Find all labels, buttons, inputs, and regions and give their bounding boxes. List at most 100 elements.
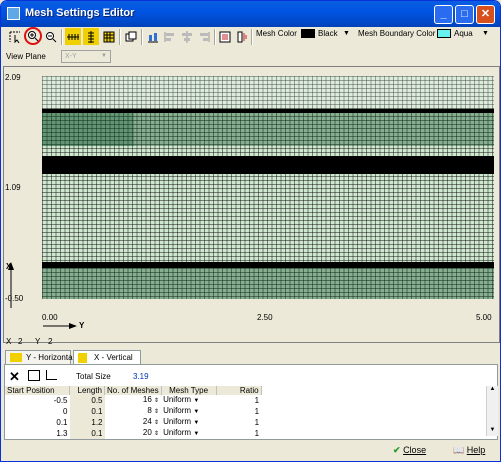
x-coord-value: 2	[18, 337, 23, 346]
horizontal-mesh-icon	[10, 353, 22, 362]
zoom-in-icon[interactable]	[24, 27, 42, 45]
start-position-cell[interactable]: 1.3	[5, 428, 70, 439]
append-rows-icon[interactable]	[46, 370, 57, 380]
tab-label: X - Vertical	[94, 353, 133, 362]
vertical-mesh-icon[interactable]	[83, 28, 99, 45]
mesh-dense-band	[42, 156, 494, 174]
mesh-settings-window: Mesh Settings Editor _ □ ✕ Mesh Color Bl…	[0, 0, 501, 462]
ratio-cell[interactable]: 1	[216, 406, 261, 417]
ratio-cell[interactable]: 1	[216, 417, 261, 428]
start-position-cell[interactable]: 0	[5, 406, 70, 417]
chevron-down-icon[interactable]: ▼	[193, 420, 199, 426]
length-cell[interactable]: 1.2	[69, 417, 105, 428]
chevron-down-icon[interactable]: ▼	[193, 431, 199, 437]
align-bottom-icon[interactable]	[145, 28, 161, 45]
scroll-up-icon[interactable]: ▲	[488, 386, 497, 395]
length-cell[interactable]: 0.1	[69, 428, 105, 439]
col-ratio: Ratio	[216, 386, 262, 395]
mesh-count-cell[interactable]: 16 ⇕	[105, 395, 162, 406]
y-tick-middle: 1.09	[5, 183, 21, 192]
align-left-icon[interactable]	[162, 28, 178, 45]
mesh-type-cell[interactable]: Uniform ▼	[161, 406, 216, 417]
mesh-count-cell[interactable]: 24 ⇕	[105, 417, 162, 428]
ratio-cell[interactable]: 1	[216, 395, 261, 406]
x-tick-right: 5.00	[476, 313, 492, 322]
mesh-color-dropdown-icon[interactable]: ▼	[343, 30, 350, 37]
boundary-color-swatch[interactable]	[437, 29, 451, 38]
mesh-grid[interactable]	[42, 76, 494, 299]
tab-label: Y - Horizontal	[26, 353, 75, 362]
total-size-value: 3.19	[133, 372, 149, 381]
boundary-color-dropdown-icon[interactable]: ▼	[482, 30, 489, 37]
table-header-row: Start Position Length No. of Meshes Mesh…	[5, 386, 262, 395]
view-plane-label: View Plane	[6, 52, 46, 61]
y-coord-value: 2	[48, 337, 53, 346]
checkmark-icon: ✔	[393, 445, 401, 455]
window-title: Mesh Settings Editor	[25, 7, 135, 19]
total-size-label: Total Size	[76, 372, 111, 381]
y-coord-label: Y	[35, 337, 41, 346]
boundary-color-value[interactable]: Aqua	[454, 29, 473, 38]
mesh-type-cell[interactable]: Uniform ▼	[161, 395, 216, 406]
start-position-cell[interactable]: 0.1	[5, 417, 70, 428]
y-axis-arrow-icon	[43, 323, 77, 329]
mesh-table: Start Position Length No. of Meshes Mesh…	[5, 386, 262, 439]
zoom-out-icon[interactable]	[43, 28, 59, 45]
ratio-cell[interactable]: 1	[216, 428, 261, 439]
col-mesh-type: Mesh Type	[161, 386, 217, 395]
select-tool-icon[interactable]	[7, 28, 23, 45]
mesh-count-cell[interactable]: 8 ⇕	[105, 406, 162, 417]
help-button[interactable]: 📖 Help	[453, 445, 485, 456]
minimize-button[interactable]: _	[434, 5, 453, 24]
mesh-type-cell[interactable]: Uniform ▼	[161, 417, 216, 428]
mesh-color-swatch[interactable]	[301, 29, 315, 38]
align-right-icon[interactable]	[196, 28, 212, 45]
mesh-type-cell[interactable]: Uniform ▼	[161, 428, 216, 439]
app-icon	[7, 7, 20, 20]
help-book-icon: 📖	[453, 445, 465, 455]
close-button[interactable]: ✔ Close	[393, 445, 426, 456]
table-row[interactable]: 1.3 0.1 20 ⇕ Uniform ▼ 1	[5, 428, 261, 439]
mesh-color-value[interactable]: Black	[318, 29, 338, 38]
stepper-icon[interactable]: ⇕	[154, 398, 159, 404]
grid-mesh-icon[interactable]	[101, 28, 117, 45]
table-row[interactable]: 0.1 1.2 24 ⇕ Uniform ▼ 1	[5, 417, 261, 428]
table-row[interactable]: 0 0.1 8 ⇕ Uniform ▼ 1	[5, 406, 261, 417]
stepper-icon[interactable]: ⇕	[154, 420, 159, 426]
tab-y-horizontal[interactable]: Y - Horizontal	[5, 350, 75, 364]
mesh-count-cell[interactable]: 20 ⇕	[105, 428, 162, 439]
delete-icon[interactable]: ✕	[9, 369, 20, 385]
close-window-button[interactable]: ✕	[476, 5, 495, 24]
horizontal-axis-name: Y	[79, 321, 85, 330]
col-length: Length	[69, 386, 105, 395]
col-start-position: Start Position	[5, 386, 70, 395]
stepper-icon[interactable]: ⇕	[154, 431, 159, 437]
horizontal-mesh-icon[interactable]	[65, 28, 81, 45]
vertical-mesh-icon	[78, 353, 87, 363]
table-scrollbar[interactable]: ▲ ▼	[486, 386, 498, 436]
maximize-button[interactable]: □	[455, 5, 474, 24]
settings-icon[interactable]	[234, 28, 250, 45]
x-coord-label: X	[6, 337, 12, 346]
boundary-color-label: Mesh Boundary Color	[358, 29, 436, 38]
align-center-icon[interactable]	[179, 28, 195, 45]
chevron-down-icon[interactable]: ▼	[193, 409, 199, 415]
y-tick-top: 2.09	[5, 73, 21, 82]
tab-x-vertical[interactable]: X - Vertical	[73, 350, 141, 364]
scroll-down-icon[interactable]: ▼	[488, 427, 497, 436]
properties-icon[interactable]	[217, 28, 233, 45]
chevron-down-icon: ▼	[101, 53, 107, 59]
col-number-of-meshes: No. of Meshes	[104, 386, 162, 395]
stepper-icon[interactable]: ⇕	[154, 409, 159, 415]
copy-icon[interactable]	[123, 28, 139, 45]
title-bar: Mesh Settings Editor _ □ ✕	[1, 1, 500, 27]
length-cell[interactable]: 0.1	[69, 406, 105, 417]
table-row[interactable]: -0.5 0.5 16 ⇕ Uniform ▼ 1	[5, 395, 261, 406]
vertical-axis-name: X	[6, 262, 12, 271]
chevron-down-icon[interactable]: ▼	[193, 398, 199, 404]
length-cell[interactable]: 0.5	[69, 395, 105, 406]
start-position-cell[interactable]: -0.5	[5, 395, 70, 406]
view-plane-select[interactable]: X-Y ▼	[61, 50, 111, 63]
insert-rows-icon[interactable]	[28, 370, 40, 381]
x-tick-middle: 2.50	[257, 313, 273, 322]
